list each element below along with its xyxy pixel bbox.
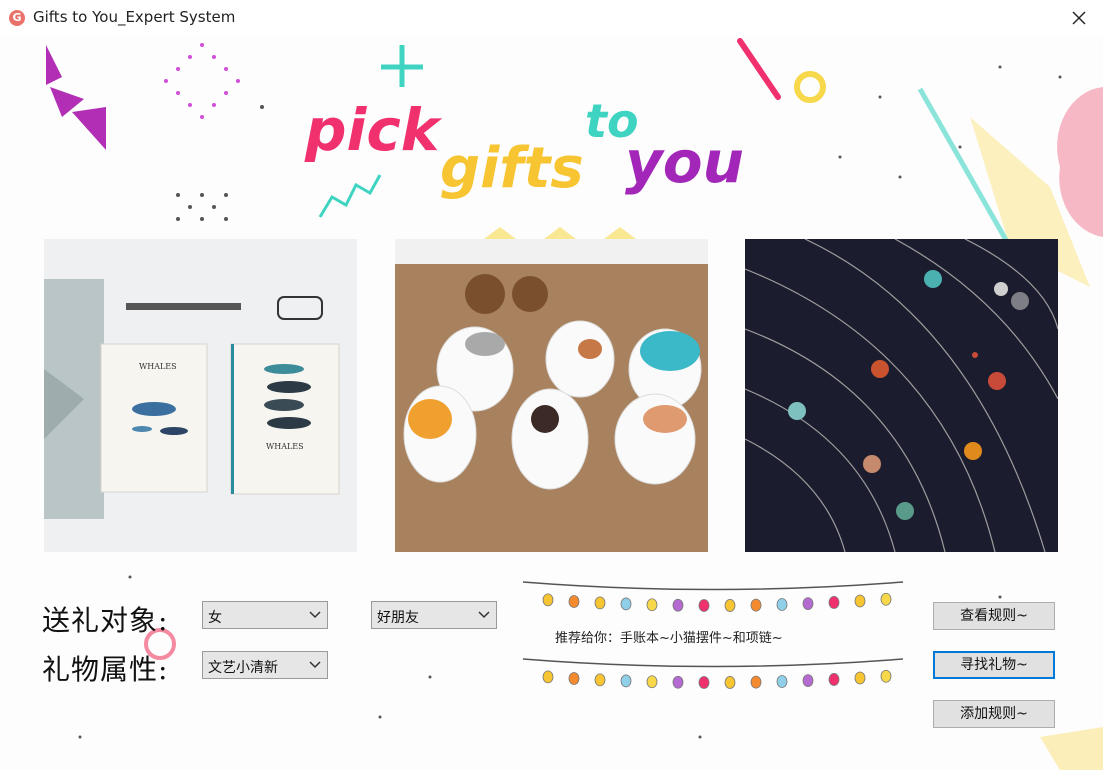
light-bulb bbox=[620, 674, 632, 688]
light-bulb bbox=[594, 673, 606, 687]
light-bulb bbox=[646, 675, 658, 689]
light-bulb bbox=[828, 673, 840, 686]
find-gift-button[interactable]: 寻找礼物~ bbox=[933, 651, 1055, 679]
light-bulb bbox=[724, 599, 736, 612]
title-bar: G Gifts to You_Expert System bbox=[0, 0, 1103, 37]
light-bulb bbox=[750, 675, 762, 689]
g-app-icon: G bbox=[9, 10, 25, 26]
light-bulb bbox=[828, 596, 840, 609]
light-bulb bbox=[880, 669, 892, 683]
light-bulb bbox=[568, 595, 580, 608]
light-bulb bbox=[750, 598, 762, 612]
light-bulb bbox=[776, 675, 788, 688]
main-canvas: pick gifts to you WHALES WHALES 送礼对象: 礼物… bbox=[0, 37, 1103, 770]
light-bulb bbox=[542, 593, 554, 607]
light-bulb bbox=[854, 671, 866, 685]
light-bulb bbox=[724, 676, 736, 689]
light-bulb bbox=[854, 594, 866, 608]
light-bulb bbox=[672, 598, 684, 612]
close-button[interactable] bbox=[1065, 5, 1093, 31]
window-title: Gifts to You_Expert System bbox=[33, 8, 236, 26]
light-bulb bbox=[568, 672, 580, 685]
light-bulb bbox=[542, 670, 554, 684]
light-bulb bbox=[698, 599, 710, 612]
light-bulb bbox=[802, 674, 814, 688]
light-bulb bbox=[802, 597, 814, 611]
light-bulb bbox=[646, 598, 658, 612]
light-bulb bbox=[698, 676, 710, 689]
view-rules-button[interactable]: 查看规则~ bbox=[933, 602, 1055, 630]
light-bulb bbox=[672, 675, 684, 689]
add-rule-button[interactable]: 添加规则~ bbox=[933, 700, 1055, 728]
close-icon bbox=[1072, 11, 1086, 25]
light-bulb bbox=[880, 592, 892, 606]
light-bulb bbox=[594, 596, 606, 610]
light-bulb bbox=[620, 597, 632, 611]
light-bulb bbox=[776, 598, 788, 611]
recommendation-text: 推荐给你：手账本~小猫摆件~和项链~ bbox=[555, 631, 783, 646]
